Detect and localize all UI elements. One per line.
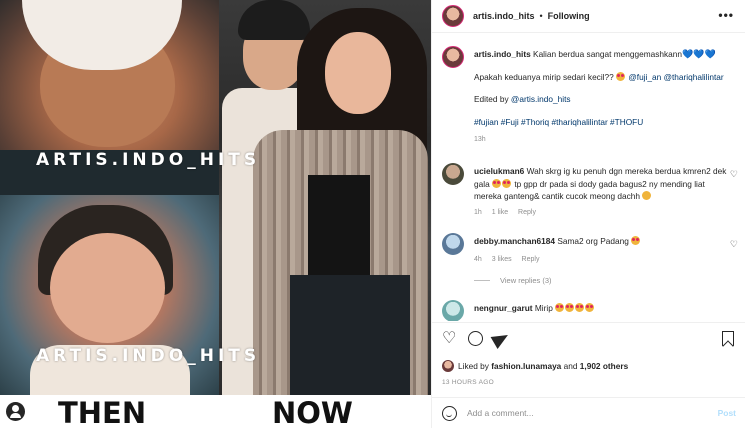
heart-eyes-emoji [631,236,641,245]
avatar[interactable] [442,46,464,68]
heart-eyes-emoji [492,178,501,188]
child-face-bottom [50,233,165,343]
heart-eyes-emoji [616,71,626,81]
liked-by-user[interactable]: fashion.lunamaya [491,361,561,371]
edited-by-label: Edited by [474,94,509,104]
watermark-bottom: ARTIS.INDO_HITS [36,346,261,366]
liker-avatar[interactable] [442,360,454,372]
heart-eyes-emoji [585,303,595,312]
share-send-icon[interactable] [490,328,512,350]
caption-text-2: Apakah keduanya mirip sedari kecil?? [474,71,614,82]
woman-top [308,175,370,275]
heart-eyes-emoji [555,303,565,312]
mention-link[interactable]: @thariqhalilintar [664,72,724,82]
caption-time[interactable]: 13h [474,136,486,143]
liked-by-count[interactable]: 1,902 others [580,361,628,371]
likes-summary: Liked by fashion.lunamaya and 1,902 othe… [442,360,628,372]
post-timestamp[interactable]: 13 HOURS AGO [442,379,494,386]
comment-bubble-icon[interactable] [468,331,483,346]
avatar[interactable] [442,163,464,185]
comment-input[interactable] [467,408,718,418]
comment-text: Mirip [534,303,553,313]
user-tag-icon[interactable] [6,402,25,421]
emoji-picker-icon[interactable] [442,405,457,421]
comment-time[interactable]: 4h [474,256,482,263]
mention-link[interactable]: @artis.indo_hits [511,94,571,104]
woman-jeans [290,275,410,395]
header-separator: • [539,11,543,21]
reply-button[interactable]: Reply [522,256,540,263]
comment-time[interactable]: 1h [474,209,482,216]
like-heart-icon[interactable]: ♡ [442,331,458,347]
watermark-top: ARTIS.INDO_HITS [36,150,261,170]
caption-username[interactable]: artis.indo_hits [474,49,531,59]
comment-username[interactable]: nengnur_garut [474,303,533,313]
following-button[interactable]: Following [548,11,590,21]
post-media[interactable]: ARTIS.INDO_HITS ARTIS.INDO_HITS THEN NOW [0,0,431,428]
comment-text: Sama2 org Padang [557,236,629,246]
comment-username[interactable]: ucielukman6 [474,166,524,176]
more-options-icon[interactable]: ••• [718,9,734,21]
avatar[interactable] [442,233,464,255]
heart-eyes-emoji [565,303,575,312]
blue-heart-emoji: 💙💙💙 [682,49,716,59]
hashtags[interactable]: #fujian #Fuji #Thoriq #thariqhalilintar … [474,116,729,129]
view-replies-line [474,280,490,281]
mention-link[interactable]: @fuji_an [628,72,661,82]
comment-username[interactable]: debby.manchan6184 [474,236,555,246]
post-button[interactable]: Post [718,408,736,418]
reply-button[interactable]: Reply [518,209,536,216]
liked-by-prefix: Liked by [458,361,489,371]
add-comment-bar: Post [432,397,745,428]
heart-eyes-emoji [502,178,511,188]
like-comment-heart-icon[interactable]: ♡ [730,239,738,250]
avatar[interactable] [442,300,464,321]
comment-likes[interactable]: 1 like [492,209,508,216]
view-replies-button[interactable]: View replies (3) [474,276,552,285]
grinning-emoji [642,191,652,200]
liked-by-and: and [563,361,578,371]
post-header: artis.indo_hits • Following ••• [432,0,745,33]
then-label: THEN [58,396,147,428]
now-label: NOW [272,396,353,428]
comments-list[interactable]: artis.indo_hits Kalian berdua sangat men… [432,38,745,321]
view-replies-label[interactable]: View replies (3) [500,276,552,285]
save-bookmark-icon[interactable] [722,331,734,346]
avatar[interactable] [442,5,464,27]
heart-eyes-emoji [575,303,585,312]
caption-text-1: Kalian berdua sangat menggemashkann [533,49,683,59]
post-side-panel: artis.indo_hits • Following ••• artis.in… [431,0,745,428]
like-comment-heart-icon[interactable]: ♡ [730,169,738,180]
comment-likes[interactable]: 3 likes [492,256,512,263]
header-username[interactable]: artis.indo_hits [473,11,535,21]
woman-face [325,32,391,114]
